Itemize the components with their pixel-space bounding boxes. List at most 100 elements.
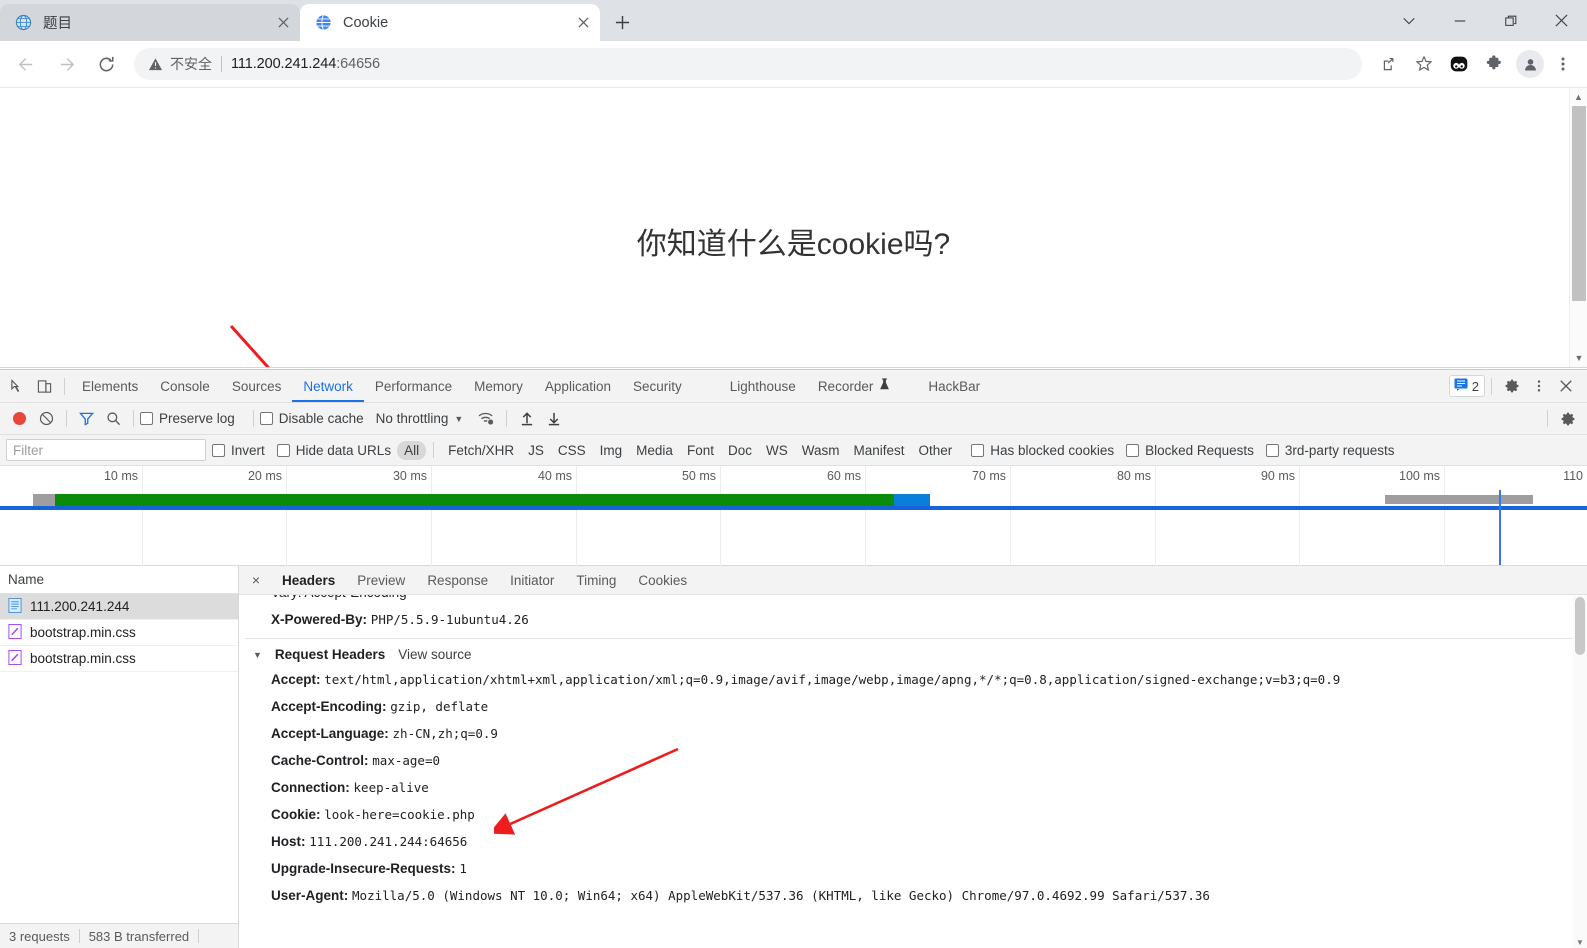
detail-tab-preview[interactable]: Preview	[346, 566, 416, 594]
header-row-accept-language: Accept-Language: zh-CN,zh;q=0.9	[245, 720, 1587, 747]
profile-avatar-icon[interactable]	[1516, 50, 1544, 78]
export-har-icon[interactable]	[540, 406, 567, 432]
throttling-select[interactable]: No throttling	[376, 411, 449, 426]
kebab-menu-icon[interactable]	[1547, 48, 1579, 80]
devtools-tab-memory[interactable]: Memory	[463, 370, 534, 402]
network-conditions-icon[interactable]	[473, 406, 500, 432]
disable-cache-checkbox[interactable]: Disable cache	[259, 411, 364, 426]
kebab-menu-icon[interactable]	[1525, 373, 1552, 400]
reload-icon[interactable]	[88, 46, 124, 82]
tab-close-icon[interactable]	[272, 12, 294, 34]
devtools-tab-security[interactable]: Security	[622, 370, 693, 402]
request-headers-section-header[interactable]: ▼ Request Headers View source	[245, 639, 1587, 666]
extension-panda-icon[interactable]	[1443, 48, 1475, 80]
arrow-to-network-tab-annotation	[229, 324, 270, 367]
filter-type-img[interactable]: Img	[593, 441, 630, 460]
overview-tick-label: 10 ms	[103, 469, 138, 483]
hide-data-urls-checkbox[interactable]: Hide data URLs	[276, 442, 392, 458]
third-party-requests-checkbox[interactable]: 3rd-party requests	[1265, 443, 1394, 458]
filter-type-fetch-xhr[interactable]: Fetch/XHR	[441, 441, 521, 460]
filter-type-ws[interactable]: WS	[759, 441, 795, 460]
preserve-log-checkbox[interactable]: Preserve log	[140, 411, 235, 426]
page-scrollbar[interactable]: ▲ ▼	[1569, 88, 1587, 367]
network-overview[interactable]: 10 ms 20 ms 30 ms 40 ms 50 ms 60 ms 70 m…	[0, 466, 1587, 566]
device-toolbar-icon[interactable]	[31, 373, 58, 400]
browser-tab-0[interactable]: 题目	[0, 4, 300, 41]
filter-type-css[interactable]: CSS	[551, 441, 593, 460]
devtools-tab-application[interactable]: Application	[534, 370, 622, 402]
import-har-icon[interactable]	[513, 406, 540, 432]
forward-arrow-icon[interactable]	[48, 46, 84, 82]
restore-icon[interactable]	[1485, 0, 1536, 41]
checkbox-box	[1265, 443, 1279, 457]
detail-tab-timing[interactable]: Timing	[565, 566, 627, 594]
chevron-down-icon[interactable]: ▼	[454, 414, 463, 424]
header-key: X-Powered-By:	[271, 612, 368, 627]
detail-tab-response[interactable]: Response	[416, 566, 499, 594]
close-detail-icon[interactable]: ×	[245, 569, 267, 591]
share-icon[interactable]	[1373, 48, 1405, 80]
filter-type-doc[interactable]: Doc	[721, 441, 759, 460]
bookmark-star-icon[interactable]	[1408, 48, 1440, 80]
inspect-element-icon[interactable]	[4, 373, 31, 400]
chevron-down-icon[interactable]	[1383, 0, 1434, 41]
header-row-cookie: Cookie: look-here=cookie.php	[245, 801, 1587, 828]
header-key: User-Agent:	[271, 888, 349, 903]
request-list-header[interactable]: Name	[0, 566, 238, 594]
chevron-down-icon[interactable]: ▼	[253, 650, 262, 660]
scrollbar-thumb[interactable]	[1572, 106, 1586, 301]
address-bar[interactable]: 不安全 111.200.241.244:64656	[134, 48, 1362, 80]
scroll-down-icon[interactable]: ▼	[1573, 938, 1587, 947]
filter-funnel-icon[interactable]	[73, 406, 100, 432]
devtools-tab-sources[interactable]: Sources	[221, 370, 293, 402]
header-row-connection: Connection: keep-alive	[245, 774, 1587, 801]
filter-type-font[interactable]: Font	[680, 441, 721, 460]
devtools-tab-hackbar[interactable]: HackBar	[917, 370, 991, 402]
devtools-tab-performance[interactable]: Performance	[364, 370, 463, 402]
close-devtools-icon[interactable]	[1552, 373, 1579, 400]
devtools-tab-network[interactable]: Network	[292, 370, 364, 402]
hide-data-urls-label: Hide data URLs	[295, 442, 392, 458]
tab-close-icon[interactable]	[572, 12, 594, 34]
view-source-link[interactable]: View source	[398, 647, 471, 662]
issues-badge[interactable]: 2	[1448, 375, 1485, 397]
table-row[interactable]: bootstrap.min.css	[0, 646, 238, 672]
filter-type-other[interactable]: Other	[912, 441, 960, 460]
new-tab-button[interactable]	[607, 7, 637, 37]
minimize-icon[interactable]	[1434, 0, 1485, 41]
page-viewport: 你知道什么是cookie吗? ▲ ▼	[0, 88, 1587, 368]
settings-gear-icon[interactable]	[1498, 373, 1525, 400]
filter-type-all[interactable]: All	[397, 440, 427, 460]
blocked-requests-checkbox[interactable]: Blocked Requests	[1126, 443, 1254, 458]
detail-scrollbar[interactable]: ▼	[1573, 595, 1587, 948]
devtools-tab-elements[interactable]: Elements	[71, 370, 149, 402]
detail-tab-cookies[interactable]: Cookies	[627, 566, 698, 594]
puzzle-extension-icon[interactable]	[1478, 48, 1510, 80]
close-icon[interactable]	[1536, 0, 1587, 41]
scroll-up-icon[interactable]: ▲	[1570, 88, 1587, 106]
scroll-down-icon[interactable]: ▼	[1570, 349, 1587, 367]
request-list: Name 111.200.241.244 bootstrap.min.css b…	[0, 566, 239, 948]
network-settings-gear-icon[interactable]	[1554, 406, 1581, 432]
filter-input[interactable]: Filter	[6, 439, 206, 461]
detail-tab-initiator[interactable]: Initiator	[499, 566, 565, 594]
back-arrow-icon[interactable]	[8, 46, 44, 82]
filter-type-media[interactable]: Media	[629, 441, 680, 460]
browser-tab-1[interactable]: Cookie	[300, 4, 600, 41]
filter-type-manifest[interactable]: Manifest	[846, 441, 911, 460]
devtools-tab-recorder[interactable]: Recorder	[807, 370, 902, 402]
invert-checkbox[interactable]: Invert	[212, 443, 265, 458]
clear-button[interactable]	[33, 406, 60, 432]
filter-type-js[interactable]: JS	[521, 441, 551, 460]
devtools-tab-lighthouse[interactable]: Lighthouse	[719, 370, 807, 402]
table-row[interactable]: bootstrap.min.css	[0, 620, 238, 646]
filter-type-wasm[interactable]: Wasm	[795, 441, 847, 460]
search-icon[interactable]	[100, 406, 127, 432]
table-row[interactable]: 111.200.241.244	[0, 594, 238, 620]
record-button[interactable]	[6, 406, 33, 432]
devtools-tab-console[interactable]: Console	[149, 370, 221, 402]
has-blocked-cookies-checkbox[interactable]: Has blocked cookies	[971, 443, 1114, 458]
detail-tab-headers[interactable]: Headers	[271, 566, 346, 594]
scrollbar-thumb[interactable]	[1575, 597, 1585, 655]
disable-cache-label: Disable cache	[278, 411, 364, 426]
